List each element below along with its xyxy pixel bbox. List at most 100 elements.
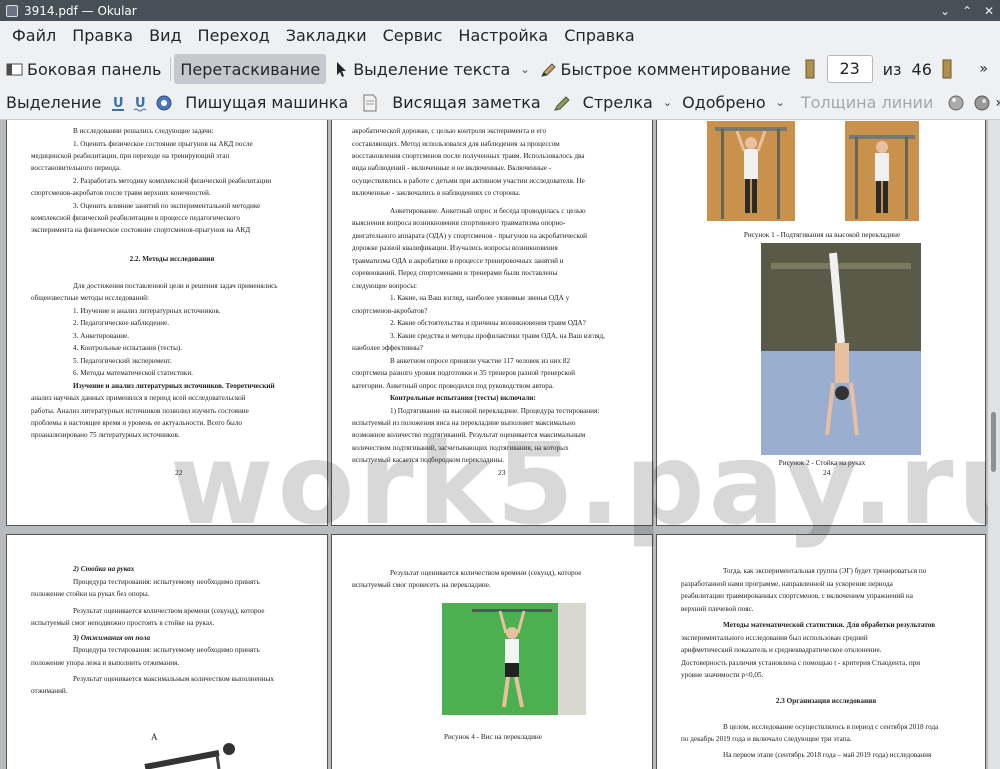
color-palette-icon[interactable]: [947, 94, 965, 112]
squiggle-underline-icon[interactable]: U: [133, 94, 147, 112]
pinned-note-label: Висящая заметка: [392, 93, 541, 112]
toolbar-overflow-button[interactable]: »: [995, 95, 1000, 111]
page-text-line: выяснения вопроса возникновения спортивн…: [352, 219, 566, 227]
page-text-line: 2) Стойка на руках: [73, 565, 135, 573]
typewriter-button[interactable]: Пишущая машинка: [179, 88, 354, 118]
close-button[interactable]: ✕: [978, 4, 1000, 18]
drag-mode-button[interactable]: Перетаскивание: [174, 54, 327, 84]
chevron-down-icon[interactable]: ⌄: [772, 96, 789, 109]
pdf-page-27: Тогда, как экспериментальная группа (ЭГ)…: [656, 534, 986, 769]
page-text-line: Методы математической статистики. Для об…: [723, 621, 936, 629]
page-text-line: дорожке разной квалификации. Изучались в…: [352, 244, 558, 252]
sidebar-button[interactable]: Боковая панель: [0, 54, 167, 84]
page-text-line: осуществлялись в работе с детьми при акт…: [352, 177, 585, 185]
menu-edit[interactable]: Правка: [64, 21, 141, 51]
approved-stamp-button[interactable]: Одобрено: [676, 88, 772, 118]
page-text-line: уровне значимости p<0,05.: [681, 671, 764, 679]
text-select-button[interactable]: Выделение текста: [326, 54, 516, 84]
pdf-page-22: В исследовании решались следующие задачи…: [6, 120, 328, 526]
page-text-line: возможное количество подтягиваний. Резул…: [352, 431, 586, 439]
quick-comment-button[interactable]: Быстрое комментирование: [534, 54, 797, 84]
quick-comment-label: Быстрое комментирование: [560, 59, 791, 79]
menu-help[interactable]: Справка: [556, 21, 643, 51]
page-text-line: верхний плечевой пояс.: [681, 605, 754, 613]
menu-file[interactable]: Файл: [4, 21, 64, 51]
hang-photo: [442, 603, 586, 715]
page-text-line: акробатической дорожке, с целью контроля…: [352, 127, 547, 135]
page-text-line: проблемы в настоящее время и уровень ее …: [31, 419, 243, 427]
page-text-line: Тогда, как экспериментальная группа (ЭГ)…: [723, 567, 927, 575]
typewriter-label: Пишущая машинка: [185, 93, 349, 112]
previous-page-icon[interactable]: [805, 59, 815, 79]
note-icon[interactable]: [362, 94, 378, 112]
page-text-line: спортсменов-акробатов?: [352, 307, 428, 315]
maximize-button[interactable]: ⌃: [956, 4, 978, 18]
arrow-button[interactable]: Стрелка: [577, 88, 659, 118]
handstand-photo: [761, 243, 921, 455]
page-text-line: 3) Отжимания от пола: [73, 634, 151, 642]
figure-caption: Рисунок 2 - Стойка на руках: [778, 459, 866, 467]
drag-mode-label: Перетаскивание: [180, 59, 321, 79]
page-text-line: категории. Анкетный опрос проводился под…: [352, 382, 554, 390]
annotation-toolbar: Выделение U U Пишущая машинка Висящая за…: [0, 86, 1000, 120]
page-text-line: 2. Разработать методику комплексной физи…: [73, 177, 272, 185]
section-heading: 2.3 Организация исследования: [775, 697, 877, 705]
okular-window: { "window": { "title": "3914.pdf — Okula…: [0, 0, 1000, 769]
menu-go[interactable]: Переход: [190, 21, 278, 51]
pullup-photo-2: [845, 121, 919, 221]
minimize-button[interactable]: ⌄: [934, 4, 956, 18]
chevron-down-icon[interactable]: ⌄: [659, 96, 676, 109]
window-title: 3914.pdf — Okular: [24, 3, 137, 18]
page-text-line: положение стойки на руках без опоры.: [31, 590, 150, 598]
page-text-line: восстановительного периода.: [31, 164, 121, 172]
page-text-line: восстановления спортсменов после получен…: [352, 152, 585, 160]
page-text-line: испытуемый смог неподвижно простоять в с…: [31, 619, 215, 627]
page-text-line: разработанной нами программе, направленн…: [681, 580, 893, 588]
stamp-icon[interactable]: [155, 94, 173, 112]
sidebar-label: Боковая панель: [27, 59, 162, 79]
sidebar-icon: [6, 61, 23, 78]
page-text-line: Процедура тестирования: испытуемому необ…: [73, 578, 260, 586]
chevron-down-icon[interactable]: ⌄: [516, 63, 533, 76]
section-heading: 2.2. Методы исследования: [129, 255, 215, 263]
page-text-line: В исследовании решались следующие задачи…: [73, 127, 214, 135]
page-text-line: комплексной физической реабилитации в пр…: [31, 214, 240, 222]
fill-color-icon[interactable]: [973, 94, 991, 112]
pinned-note-button[interactable]: Висящая заметка: [386, 88, 546, 118]
vertical-scrollbar[interactable]: [988, 120, 1000, 769]
page-number: 23: [498, 468, 506, 477]
page-text-line: медицинской реабилитации, при переходе н…: [31, 152, 230, 160]
menu-view[interactable]: Вид: [141, 21, 189, 51]
underline-icon[interactable]: U: [111, 94, 125, 112]
pushup-photo: [139, 741, 245, 769]
page-text-line: реабилитации травмированных спортсменов,…: [681, 592, 913, 600]
page-text-line: количеством подтягиваний, засчитывающих …: [352, 444, 569, 452]
page-number-input[interactable]: 23: [826, 55, 873, 83]
menu-bookmarks[interactable]: Закладки: [278, 21, 375, 51]
line-width-button[interactable]: Толщина линии: [795, 88, 940, 118]
arrow-pen-icon[interactable]: [553, 94, 571, 112]
scrollbar-thumb[interactable]: [991, 412, 996, 472]
text-select-label: Выделение текста: [353, 59, 511, 79]
pullup-photo-1: [707, 121, 795, 221]
menu-settings[interactable]: Настройка: [450, 21, 556, 51]
pdf-page-26: Результат оценивается количеством времен…: [331, 534, 653, 769]
document-view[interactable]: В исследовании решались следующие задачи…: [0, 120, 1000, 769]
page-text-line: по декабрь 2019 года и включало следующи…: [681, 735, 852, 743]
page-text-line: травматизма ОДА в акробатике в процессе …: [352, 257, 564, 265]
page-text-line: вида наблюдений - включенные и не включе…: [352, 164, 552, 172]
menu-tools[interactable]: Сервис: [375, 21, 451, 51]
page-text-line: двигательного аппарата (ОДА) у спортсмен…: [352, 232, 587, 240]
page-text-line: На первом этапе (сентябрь 2018 года – ма…: [723, 751, 932, 759]
page-text-line: В целом, исследование осуществлялось в п…: [723, 723, 939, 731]
selection-button[interactable]: Выделение: [0, 88, 107, 118]
page-text-line: анализ научных данных применялся в перио…: [31, 394, 246, 402]
page-text-line: Результат оценивается максимальным колич…: [73, 675, 274, 683]
next-page-icon[interactable]: [942, 59, 952, 79]
page-of-label: из: [882, 59, 902, 79]
page-text-line: 1. Изучение и анализ литературных источн…: [73, 307, 221, 315]
page-text-line: спортсменов-акробатов после травм верхни…: [31, 189, 211, 197]
pdf-page-24: Рисунок 1 - Подтягивания на высокой пере…: [656, 120, 986, 526]
toolbar-overflow-button[interactable]: »: [979, 61, 1000, 77]
title-bar: 3914.pdf — Okular ⌄ ⌃ ✕: [0, 0, 1000, 21]
